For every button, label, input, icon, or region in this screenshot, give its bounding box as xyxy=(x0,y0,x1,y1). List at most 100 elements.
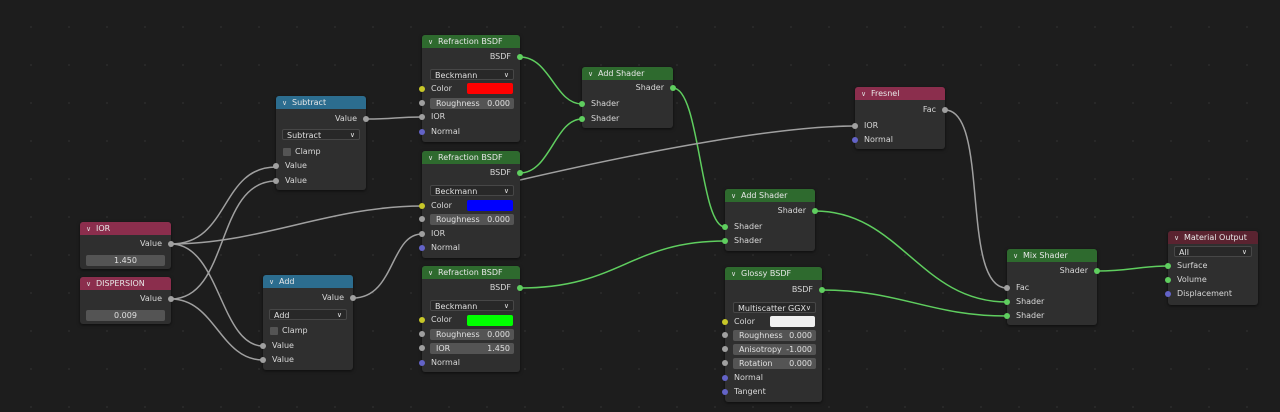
node-header[interactable]: ∨ IOR xyxy=(80,222,171,235)
node-header[interactable]: ∨ Fresnel xyxy=(855,87,945,100)
socket-icon[interactable] xyxy=(579,116,585,122)
clamp-row[interactable]: Clamp xyxy=(263,325,353,337)
socket-icon[interactable] xyxy=(419,100,425,106)
node-refraction-bsdf-blue[interactable]: ∨ Refraction BSDF BSDF Beckmann ∨ Color Ro… xyxy=(419,151,523,258)
node-add-shader-2[interactable]: ∨ Add Shader Shader Shader Shader xyxy=(722,189,818,251)
node-header[interactable]: ∨ Refraction BSDF xyxy=(422,151,520,164)
socket-icon[interactable] xyxy=(168,296,174,302)
node-subtract[interactable]: ∨ Subtract Value Subtract ∨ Clamp Value Va… xyxy=(273,96,369,190)
roughness-field[interactable]: Roughness 0.000 xyxy=(419,214,514,225)
node-header[interactable]: ∨ Subtract xyxy=(276,96,366,109)
socket-icon[interactable] xyxy=(1094,268,1100,274)
socket-icon[interactable] xyxy=(517,170,523,176)
chevron-down-icon[interactable]: ∨ xyxy=(1013,250,1021,262)
socket-icon[interactable] xyxy=(1004,313,1010,319)
socket-icon[interactable] xyxy=(419,231,425,237)
socket-icon[interactable] xyxy=(722,238,728,244)
socket-icon[interactable] xyxy=(852,137,858,143)
target-dropdown[interactable]: All ∨ xyxy=(1174,246,1252,257)
node-header[interactable]: ∨ Refraction BSDF xyxy=(422,35,520,48)
clamp-checkbox[interactable] xyxy=(270,327,278,335)
node-mix-shader[interactable]: ∨ Mix Shader Shader Fac Shader Shader xyxy=(1004,249,1100,325)
node-material-output[interactable]: ∨ Material Output All ∨ Surface Volume Dis… xyxy=(1165,231,1258,305)
distribution-dropdown[interactable]: Beckmann ∨ xyxy=(430,185,514,196)
socket-icon[interactable] xyxy=(517,285,523,291)
socket-icon[interactable] xyxy=(419,245,425,251)
node-header[interactable]: ∨ Add xyxy=(263,275,353,288)
node-header[interactable]: ∨ Glossy BSDF xyxy=(725,267,822,280)
clamp-row[interactable]: Clamp xyxy=(276,146,366,158)
node-header[interactable]: ∨ Add Shader xyxy=(582,67,673,80)
chevron-down-icon[interactable]: ∨ xyxy=(428,36,436,48)
distribution-dropdown[interactable]: Beckmann ∨ xyxy=(430,300,514,311)
color-swatch[interactable] xyxy=(467,200,513,211)
distribution-dropdown[interactable]: Multiscatter GGX ∨ xyxy=(733,302,816,313)
socket-icon[interactable] xyxy=(722,375,728,381)
socket-icon[interactable] xyxy=(419,360,425,366)
socket-icon[interactable] xyxy=(942,107,948,113)
anisotropy-field[interactable]: Anisotropy -1.000 xyxy=(722,344,816,355)
socket-icon[interactable] xyxy=(670,85,676,91)
node-glossy-bsdf[interactable]: ∨ Glossy BSDF BSDF Multiscatter GGX ∨ Colo… xyxy=(722,267,825,402)
socket-icon[interactable] xyxy=(419,129,425,135)
socket-icon[interactable] xyxy=(1165,263,1171,269)
socket-icon[interactable] xyxy=(260,357,266,363)
node-header[interactable]: ∨ Mix Shader xyxy=(1007,249,1097,262)
socket-icon[interactable] xyxy=(722,360,728,366)
chevron-down-icon[interactable]: ∨ xyxy=(588,68,596,80)
node-ior[interactable]: ∨ IOR Value 1.450 xyxy=(80,222,174,269)
roughness-field[interactable]: Roughness 0.000 xyxy=(722,330,816,341)
socket-icon[interactable] xyxy=(852,123,858,129)
color-swatch[interactable] xyxy=(467,315,513,326)
chevron-down-icon[interactable]: ∨ xyxy=(731,190,739,202)
chevron-down-icon[interactable]: ∨ xyxy=(1174,232,1182,244)
socket-icon[interactable] xyxy=(722,389,728,395)
value-field[interactable]: 0.009 xyxy=(86,310,165,321)
chevron-down-icon[interactable]: ∨ xyxy=(428,152,436,164)
roughness-field[interactable]: Roughness 0.000 xyxy=(419,329,514,340)
socket-icon[interactable] xyxy=(579,101,585,107)
node-fresnel[interactable]: ∨ Fresnel Fac IOR Normal xyxy=(852,87,948,149)
value-field[interactable]: 1.450 xyxy=(86,255,165,266)
node-add[interactable]: ∨ Add Value Add ∨ Clamp Value Value xyxy=(260,275,356,370)
socket-icon[interactable] xyxy=(273,163,279,169)
socket-icon[interactable] xyxy=(363,116,369,122)
operation-dropdown[interactable]: Add ∨ xyxy=(269,309,347,320)
socket-icon[interactable] xyxy=(1165,291,1171,297)
distribution-dropdown[interactable]: Beckmann ∨ xyxy=(430,69,514,80)
chevron-down-icon[interactable]: ∨ xyxy=(428,267,436,279)
socket-icon[interactable] xyxy=(1165,277,1171,283)
socket-icon[interactable] xyxy=(517,54,523,60)
node-refraction-bsdf-red[interactable]: ∨ Refraction BSDF BSDF Beckmann ∨ Color Ro… xyxy=(419,35,523,142)
socket-icon[interactable] xyxy=(419,317,425,323)
node-header[interactable]: ∨ Material Output xyxy=(1168,231,1258,244)
socket-icon[interactable] xyxy=(350,295,356,301)
socket-icon[interactable] xyxy=(419,345,425,351)
node-add-shader-1[interactable]: ∨ Add Shader Shader Shader Shader xyxy=(579,67,676,128)
socket-icon[interactable] xyxy=(722,224,728,230)
socket-icon[interactable] xyxy=(1004,299,1010,305)
node-dispersion[interactable]: ∨ DISPERSION Value 0.009 xyxy=(80,277,174,324)
chevron-down-icon[interactable]: ∨ xyxy=(282,97,290,109)
socket-icon[interactable] xyxy=(722,319,728,325)
color-swatch[interactable] xyxy=(770,316,815,327)
socket-icon[interactable] xyxy=(419,216,425,222)
socket-icon[interactable] xyxy=(419,331,425,337)
node-header[interactable]: ∨ DISPERSION xyxy=(80,277,171,290)
socket-icon[interactable] xyxy=(419,86,425,92)
operation-dropdown[interactable]: Subtract ∨ xyxy=(282,129,360,140)
socket-icon[interactable] xyxy=(273,178,279,184)
roughness-field[interactable]: Roughness 0.000 xyxy=(419,98,514,109)
ior-field[interactable]: IOR 1.450 xyxy=(419,343,514,354)
chevron-down-icon[interactable]: ∨ xyxy=(86,223,94,235)
node-refraction-bsdf-green[interactable]: ∨ Refraction BSDF BSDF Beckmann ∨ Color Ro… xyxy=(419,266,523,372)
socket-icon[interactable] xyxy=(812,208,818,214)
socket-icon[interactable] xyxy=(722,346,728,352)
node-header[interactable]: ∨ Refraction BSDF xyxy=(422,266,520,279)
chevron-down-icon[interactable]: ∨ xyxy=(269,276,277,288)
socket-icon[interactable] xyxy=(1004,285,1010,291)
chevron-down-icon[interactable]: ∨ xyxy=(86,278,94,290)
chevron-down-icon[interactable]: ∨ xyxy=(861,88,869,100)
socket-icon[interactable] xyxy=(722,332,728,338)
color-swatch[interactable] xyxy=(467,83,513,94)
